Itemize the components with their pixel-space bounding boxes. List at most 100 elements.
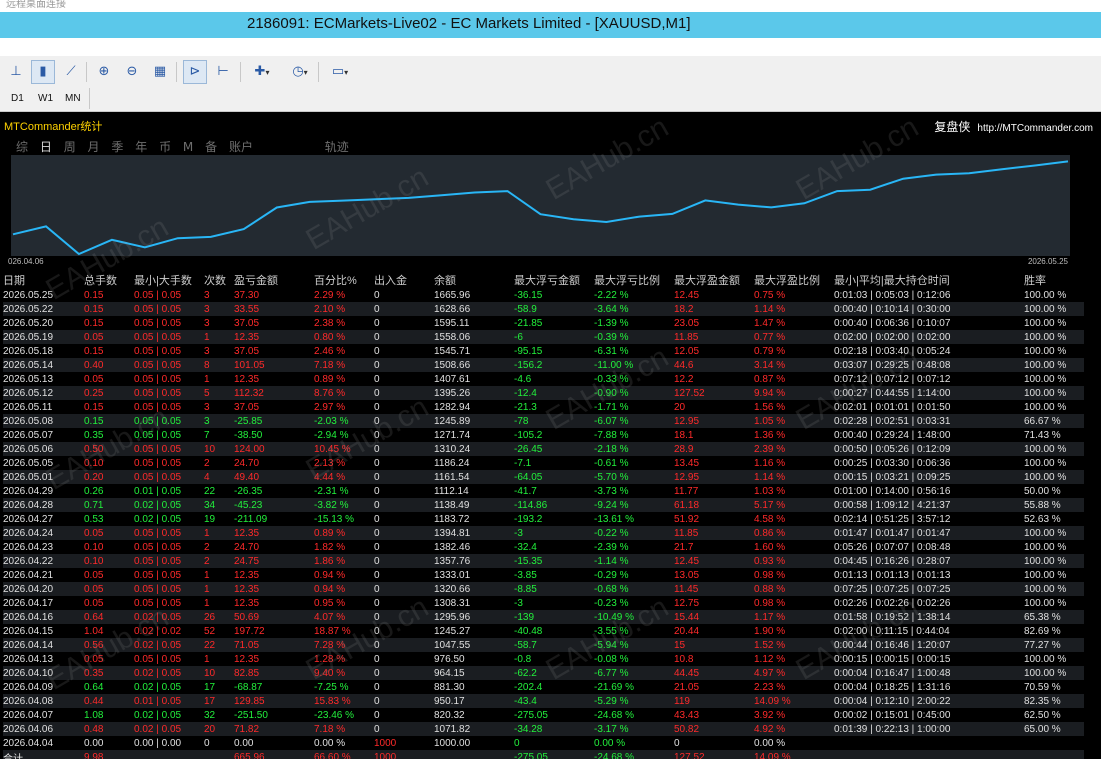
table-cell: 2026.04.21 bbox=[3, 569, 54, 581]
table-cell: 1112.14 bbox=[434, 485, 469, 497]
table-cell: 0.05 | 0.05 bbox=[134, 442, 204, 456]
table-cell: -78 bbox=[514, 414, 594, 428]
table-cell: 3.92 % bbox=[754, 709, 786, 721]
table-cell: 100.00 % bbox=[1024, 289, 1067, 301]
table-cell: 2026.04.14 bbox=[3, 638, 84, 652]
table-cell: 15 bbox=[674, 638, 754, 652]
table-cell: 1.47 % bbox=[754, 317, 786, 329]
templates-icon[interactable]: ▭▾ bbox=[324, 60, 356, 84]
table-cell: -24.68 % bbox=[594, 709, 635, 721]
table-cell: 0.02 | 0.02 bbox=[134, 625, 182, 637]
line-chart-icon[interactable]: ⟋ bbox=[59, 60, 83, 84]
table-cell: 100.00 % bbox=[1024, 666, 1084, 680]
table-cell: 2026.05.14 bbox=[3, 358, 84, 372]
table-cell: 5.17 % bbox=[754, 498, 834, 512]
table-cell: 13.45 bbox=[674, 457, 700, 469]
table-cell: 0.05 bbox=[84, 597, 104, 609]
table-cell: 2026.04.04 bbox=[3, 737, 54, 749]
table-cell: 100.00 % bbox=[1024, 302, 1084, 316]
tab-year[interactable]: 年 bbox=[135, 138, 147, 155]
table-cell: 0.20 bbox=[84, 470, 134, 484]
tab-overview[interactable]: 综 bbox=[16, 138, 28, 155]
table-cell: -62.2 bbox=[514, 666, 594, 680]
table-cell: 0:00:04 | 0:12:10 | 2:00:22 bbox=[834, 694, 1024, 708]
table-cell: 71.82 bbox=[234, 722, 314, 736]
table-cell: -34.28 bbox=[514, 722, 594, 736]
table-cell: -6.77 % bbox=[594, 666, 674, 680]
table-cell: 1595.11 bbox=[434, 317, 470, 329]
table-cell: -211.09 bbox=[234, 513, 268, 525]
tile-windows-icon[interactable]: ▦ bbox=[148, 60, 172, 84]
table-cell: 0 bbox=[374, 554, 434, 568]
zoom-in-icon[interactable]: ⊕ bbox=[92, 60, 116, 84]
table-cell: 1.36 % bbox=[754, 429, 786, 441]
table-cell: 0.80 % bbox=[314, 330, 374, 344]
table-cell: 1628.66 bbox=[434, 302, 514, 316]
bar-chart-icon[interactable]: ⊥ bbox=[4, 60, 28, 84]
timeframe-d1[interactable]: D1 bbox=[11, 93, 24, 104]
tab-quarter[interactable]: 季 bbox=[111, 138, 123, 155]
table-cell: 0:02:14 | 0:51:25 | 3:57:12 bbox=[834, 513, 951, 525]
tab-note[interactable]: 备 bbox=[205, 138, 217, 155]
table-cell: -2.94 % bbox=[314, 429, 349, 441]
brand-url[interactable]: http://MTCommander.com bbox=[977, 123, 1093, 134]
tab-magic[interactable]: M bbox=[183, 140, 193, 154]
total-cell bbox=[134, 750, 204, 759]
tab-track[interactable]: 轨迹 bbox=[325, 138, 349, 155]
table-row: 2026.04.13 0.05 0.05 | 0.05 1 12.35 1.28 % 0 97… bbox=[3, 652, 1084, 666]
table-cell: -21.85 bbox=[514, 317, 543, 329]
auto-scroll-icon[interactable]: ⊳ bbox=[183, 60, 207, 84]
chart-shift-icon[interactable]: ⊢ bbox=[211, 60, 235, 84]
table-cell: 0.53 bbox=[84, 513, 104, 525]
table-cell: 0:02:01 | 0:01:01 | 0:01:50 bbox=[834, 401, 951, 413]
tab-month[interactable]: 月 bbox=[88, 138, 100, 155]
table-cell: -275.05 bbox=[514, 709, 548, 721]
table-cell: 0.05 bbox=[84, 569, 104, 581]
col-max-float-loss: 最大浮亏金额 bbox=[514, 275, 580, 287]
table-cell: 50.69 bbox=[234, 610, 314, 624]
table-cell: 44.45 bbox=[674, 666, 754, 680]
table-cell: 100.00 % bbox=[1024, 373, 1067, 385]
table-cell: 7.18 % bbox=[314, 358, 374, 372]
indicators-icon[interactable]: ✚▾ bbox=[246, 60, 278, 84]
table-cell: -0.8 bbox=[514, 653, 532, 665]
table-cell: 0.05 bbox=[84, 373, 104, 385]
col-max-float-profit: 最大浮盈金额 bbox=[674, 275, 740, 287]
table-cell: 49.40 bbox=[234, 470, 314, 484]
table-cell: 0:02:18 | 0:03:40 | 0:05:24 bbox=[834, 345, 951, 357]
table-cell: 0 bbox=[374, 386, 434, 400]
zoom-out-icon[interactable]: ⊖ bbox=[120, 60, 144, 84]
table-cell: 12.45 bbox=[674, 554, 754, 568]
tab-day[interactable]: 日 bbox=[40, 138, 52, 155]
table-cell: -7.1 bbox=[514, 457, 532, 469]
table-cell: 0 bbox=[374, 638, 434, 652]
candlestick-icon[interactable]: ▮ bbox=[31, 60, 55, 84]
table-cell: -0.90 % bbox=[594, 386, 674, 400]
table-cell: 0 bbox=[374, 597, 380, 609]
table-cell: 0:02:28 | 0:02:51 | 0:03:31 bbox=[834, 414, 1024, 428]
table-cell: 0.00 bbox=[84, 737, 104, 749]
total-row: 合计9.98 665.9666.60 %1000 -275.05-24.68 %12… bbox=[3, 750, 1084, 759]
tab-account[interactable]: 账户 bbox=[229, 138, 253, 155]
table-cell: 964.15 bbox=[434, 666, 514, 680]
tab-week[interactable]: 周 bbox=[64, 138, 76, 155]
table-cell: 1.08 bbox=[84, 709, 104, 721]
table-cell: 2 bbox=[204, 554, 234, 568]
table-cell: 82.85 bbox=[234, 666, 314, 680]
table-cell: 0.00 | 0.00 bbox=[134, 737, 182, 749]
table-cell: 0:02:26 | 0:02:26 | 0:02:26 bbox=[834, 597, 951, 609]
table-cell: 12.35 bbox=[234, 569, 260, 581]
total-cell: -275.05 bbox=[514, 750, 594, 759]
col-balance: 余额 bbox=[434, 275, 456, 287]
timeframe-mn[interactable]: MN bbox=[65, 93, 81, 104]
table-cell: -1.14 % bbox=[594, 554, 674, 568]
table-cell: 1357.76 bbox=[434, 554, 514, 568]
tab-symbol[interactable]: 币 bbox=[159, 138, 171, 155]
table-cell: 1.04 bbox=[84, 625, 104, 637]
table-cell: 976.50 bbox=[434, 653, 465, 665]
timeframe-w1[interactable]: W1 bbox=[38, 93, 53, 104]
table-cell: -11.00 % bbox=[594, 358, 674, 372]
table-cell: 2026.04.29 bbox=[3, 485, 54, 497]
periods-icon[interactable]: ◷▾ bbox=[284, 60, 316, 84]
table-row: 2026.04.29 0.26 0.01 | 0.05 22 -26.35 -2.31 %… bbox=[3, 484, 1084, 498]
